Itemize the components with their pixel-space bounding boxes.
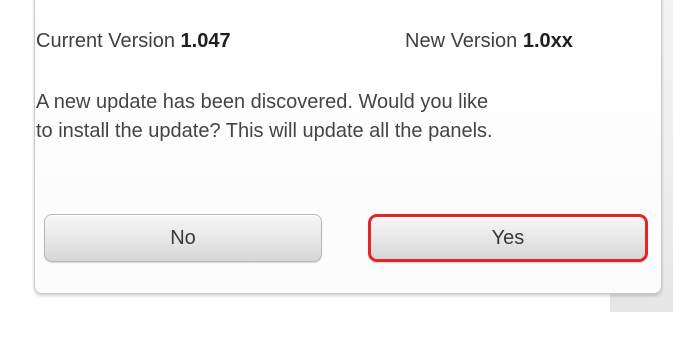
message-line-1: A new update has been discovered. Would … <box>36 91 489 113</box>
version-info-row: Current Version 1.047 New Version 1.0xx <box>0 30 673 56</box>
new-version: New Version 1.0xx <box>405 30 573 53</box>
message-line-2: to install the update? This will update … <box>36 120 493 142</box>
dialog-title-clipped <box>265 0 505 1</box>
yes-button[interactable]: Yes <box>368 214 648 262</box>
new-version-value: 1.0xx <box>522 30 573 52</box>
no-button-label: No <box>170 226 196 249</box>
new-version-label: New Version <box>405 30 518 52</box>
current-version-value: 1.047 <box>180 30 231 52</box>
yes-button-label: Yes <box>491 226 525 249</box>
no-button[interactable]: No <box>44 214 322 262</box>
update-message: A new update has been discovered. Would … <box>36 88 673 146</box>
current-version-label: Current Version <box>36 30 175 52</box>
current-version: Current Version 1.047 <box>36 30 231 53</box>
